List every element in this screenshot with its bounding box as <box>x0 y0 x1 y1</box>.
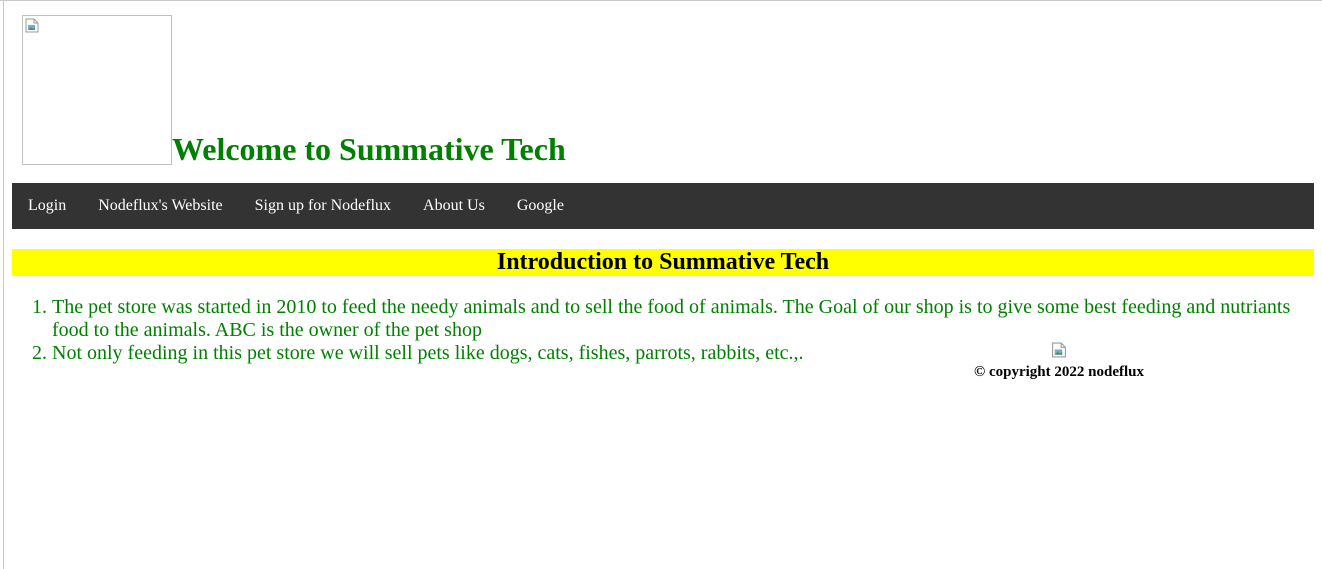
nav-link-login[interactable]: Login <box>12 183 82 229</box>
top-navbar: Login Nodeflux's Website Sign up for Nod… <box>12 183 1314 229</box>
page-title: Welcome to Summative Tech <box>172 131 566 167</box>
page-footer: © copyright 2022 nodeflux <box>968 342 1150 381</box>
intro-heading: Introduction to Summative Tech <box>496 249 830 275</box>
window-left-border <box>3 0 4 569</box>
nav-link-nodeflux-website[interactable]: Nodeflux's Website <box>82 183 238 229</box>
list-item: The pet store was started in 2010 to fee… <box>52 296 1302 342</box>
nav-link-signup-nodeflux[interactable]: Sign up for Nodeflux <box>239 183 407 229</box>
copyright-text: © copyright 2022 nodeflux <box>974 364 1144 380</box>
nav-link-about-us[interactable]: About Us <box>407 183 501 229</box>
nav-link-google[interactable]: Google <box>501 183 580 229</box>
logo-image <box>22 15 172 165</box>
window-top-border <box>0 0 1322 1</box>
page-header: Welcome to Summative Tech <box>22 15 566 165</box>
broken-image-icon <box>1052 342 1066 358</box>
broken-image-icon <box>25 18 39 33</box>
footer-image <box>1051 342 1067 358</box>
intro-banner: Introduction to Summative Tech <box>12 249 1314 276</box>
